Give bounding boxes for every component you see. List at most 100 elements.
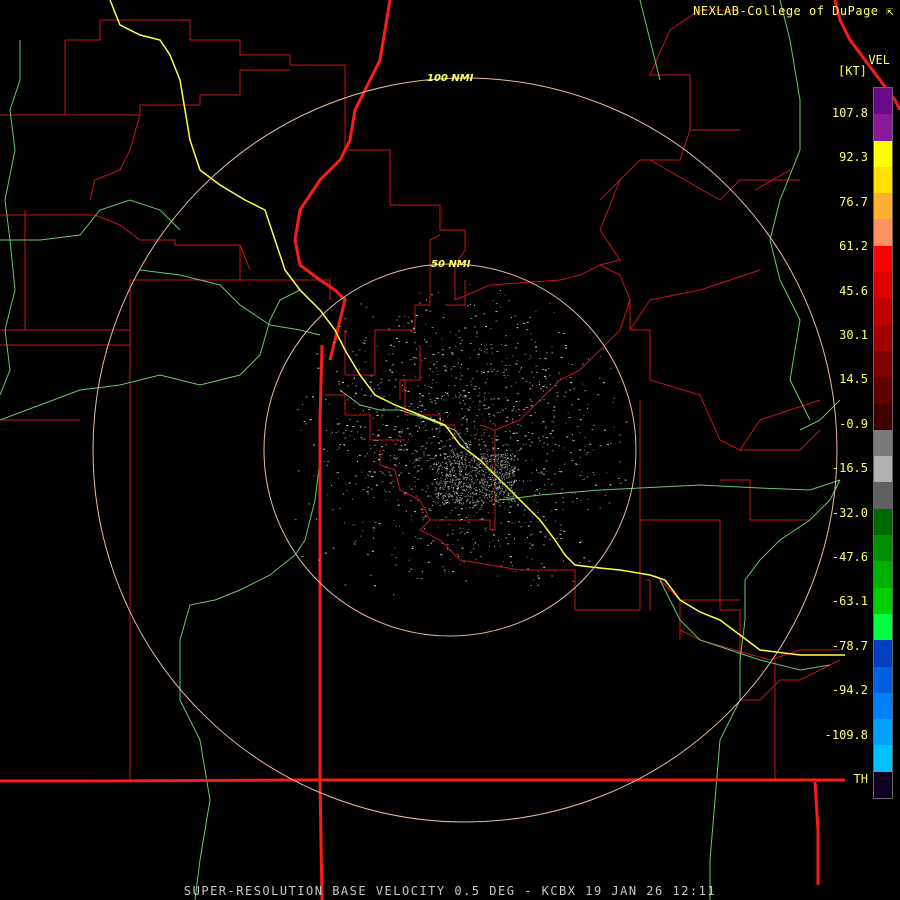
radar-return-pixel [472, 465, 473, 467]
radar-return-pixel [529, 521, 532, 523]
radar-return-pixel [492, 495, 493, 497]
radar-return-pixel [431, 483, 434, 485]
radar-return-pixel [501, 361, 503, 362]
radar-return-pixel [450, 463, 452, 465]
radar-return-pixel [484, 465, 487, 467]
radar-return-pixel [344, 437, 347, 439]
radar-return-pixel [575, 464, 578, 466]
radar-return-pixel [435, 332, 437, 334]
radar-return-pixel [543, 390, 545, 392]
radar-return-pixel [492, 503, 495, 505]
radar-return-pixel [414, 461, 416, 463]
radar-return-pixel [316, 353, 319, 355]
radar-return-pixel [564, 447, 566, 449]
radar-return-pixel [583, 414, 585, 416]
radar-return-pixel [432, 504, 433, 506]
radar-return-pixel [424, 384, 426, 386]
radar-return-pixel [515, 480, 517, 482]
radar-return-pixel [468, 529, 470, 531]
radar-return-pixel [486, 461, 487, 462]
radar-return-pixel [510, 436, 512, 438]
radar-return-pixel [457, 363, 459, 365]
radar-return-pixel [450, 375, 452, 377]
radar-return-pixel [512, 471, 514, 473]
radar-return-pixel [506, 497, 508, 499]
radar-return-pixel [617, 477, 620, 479]
radar-return-pixel [496, 435, 499, 437]
radar-return-pixel [408, 316, 410, 318]
radar-return-pixel [464, 496, 466, 498]
radar-return-pixel [441, 472, 442, 474]
radar-return-pixel [506, 369, 507, 371]
radar-return-pixel [492, 404, 494, 406]
radar-return-pixel [372, 417, 375, 419]
radar-return-pixel [460, 462, 462, 464]
radar-return-pixel [458, 503, 460, 504]
radar-return-pixel [504, 294, 506, 296]
radar-return-pixel [489, 500, 491, 502]
radar-return-pixel [484, 481, 486, 483]
colorbar-swatch [874, 219, 892, 246]
radar-return-pixel [394, 443, 397, 445]
radar-return-pixel [540, 472, 543, 474]
radar-return-pixel [514, 468, 515, 470]
radar-return-pixel [478, 444, 480, 446]
radar-return-pixel [500, 486, 502, 488]
radar-return-pixel [555, 520, 556, 522]
radar-return-pixel [455, 491, 458, 493]
radar-return-pixel [426, 544, 429, 546]
radar-return-pixel [504, 369, 505, 371]
radar-return-pixel [418, 457, 421, 459]
radar-return-pixel [420, 377, 422, 379]
radar-return-pixel [438, 430, 441, 432]
radar-return-pixel [529, 415, 532, 417]
radar-return-pixel [479, 481, 481, 483]
radar-return-pixel [398, 449, 400, 451]
radar-return-pixel [489, 420, 492, 422]
radar-return-pixel [494, 460, 496, 462]
radar-return-pixel [309, 419, 312, 421]
radar-return-pixel [512, 432, 515, 434]
radar-return-pixel [499, 488, 501, 490]
radar-return-pixel [469, 343, 472, 345]
radar-return-pixel [417, 460, 420, 462]
radar-return-pixel [529, 547, 532, 549]
radar-return-pixel [473, 326, 476, 328]
radar-return-pixel [352, 351, 355, 353]
radar-return-pixel [451, 450, 454, 452]
radar-return-pixel [481, 469, 483, 471]
radar-return-pixel [500, 522, 503, 524]
radar-return-pixel [437, 484, 439, 486]
radar-return-pixel [478, 464, 480, 466]
radar-return-pixel [456, 479, 457, 481]
radar-return-pixel [542, 473, 545, 475]
radar-return-pixel [405, 341, 408, 343]
radar-return-pixel [478, 409, 480, 411]
radar-return-pixel [492, 466, 494, 468]
radar-return-pixel [441, 396, 443, 397]
radar-return-pixel [445, 412, 448, 413]
radar-return-pixel [358, 368, 361, 370]
radar-return-pixel [480, 506, 482, 508]
colorbar-swatch [874, 272, 892, 299]
radar-return-pixel [420, 468, 423, 470]
radar-return-pixel [496, 412, 499, 414]
radar-return-pixel [560, 529, 562, 531]
radar-return-pixel [465, 459, 467, 461]
radar-return-pixel [437, 495, 439, 497]
ring-label-100nmi: 100 NMI [427, 73, 474, 84]
radar-return-pixel [408, 571, 411, 573]
radar-return-pixel [461, 456, 463, 458]
radar-return-pixel [507, 543, 510, 545]
radar-return-pixel [523, 322, 526, 324]
radar-return-pixel [487, 485, 489, 487]
radar-return-pixel [496, 455, 499, 457]
radar-return-pixel [558, 372, 559, 373]
radar-return-pixel [513, 471, 516, 473]
radar-return-pixel [442, 399, 444, 401]
radar-return-pixel [445, 468, 446, 469]
radar-return-pixel [461, 339, 463, 341]
radar-return-pixel [451, 457, 453, 459]
radar-return-pixel [442, 495, 444, 497]
radar-return-pixel [476, 492, 478, 494]
